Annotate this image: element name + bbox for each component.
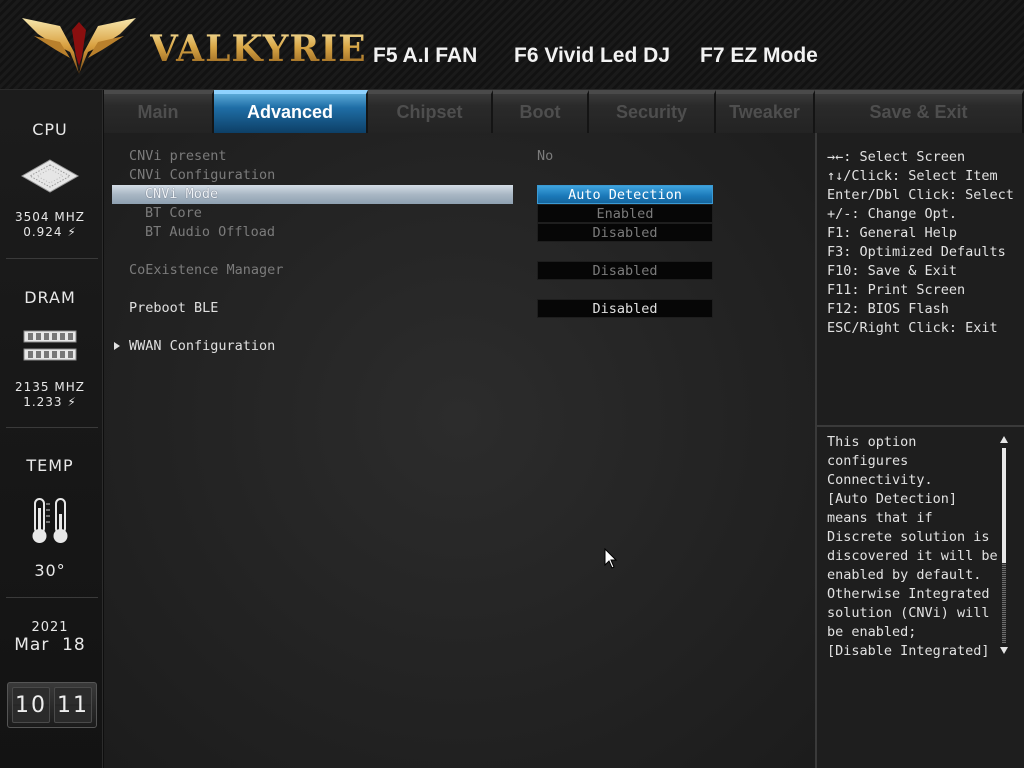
help-line: Connectivity. — [827, 472, 933, 488]
temp-title: TEMP — [26, 456, 74, 475]
setting-row-coexistence-manager[interactable]: CoExistence Manager Disabled — [104, 261, 815, 280]
cnvi-mode-option[interactable]: Auto Detection — [537, 185, 713, 204]
sidebar-divider — [6, 597, 98, 598]
cpu-chip-icon — [20, 159, 80, 193]
submenu-label: WWAN Configuration — [129, 338, 276, 354]
submenu-wwan-configuration[interactable]: WWAN Configuration — [104, 337, 815, 356]
tab-chipset[interactable]: Chipset — [368, 90, 493, 133]
sidebar-divider — [6, 258, 98, 259]
cpu-title: CPU — [32, 120, 68, 139]
help-line: [Disable Integrated] — [827, 643, 990, 659]
preboot-ble-option[interactable]: Disabled — [537, 299, 713, 318]
setting-row-bt-core[interactable]: BT Core Enabled — [104, 204, 815, 223]
setting-label: CNVi Mode — [145, 186, 219, 202]
help-line: Discrete solution is — [827, 529, 990, 545]
clock-minutes: 11 — [54, 687, 92, 723]
tab-security[interactable]: Security — [589, 90, 716, 133]
clock-hours: 10 — [12, 687, 50, 723]
date-year: 2021 — [31, 620, 69, 635]
key-legend-item: ESC/Right Click: Exit — [827, 320, 998, 336]
ez-mode-button[interactable]: F7 EZ Mode — [700, 44, 818, 68]
setting-label: CNVi present — [129, 148, 227, 164]
dram-title: DRAM — [24, 288, 76, 307]
coexistence-manager-option[interactable]: Disabled — [537, 261, 713, 280]
tab-boot[interactable]: Boot — [493, 90, 589, 133]
key-legend: →←: Select Screen ↑↓/Click: Select Item … — [827, 148, 1023, 338]
bt-audio-offload-option[interactable]: Disabled — [537, 223, 713, 242]
setting-label: Preboot BLE — [129, 300, 219, 316]
clock: 10 11 — [7, 682, 97, 728]
help-description: This option configures Connectivity. [Au… — [827, 433, 1005, 663]
setting-row-cnvi-mode[interactable]: CNVi Mode Auto Detection — [104, 185, 815, 204]
settings-panel: CNVi present No CNVi Configuration CNVi … — [104, 133, 815, 768]
setting-row-cnvi-present: CNVi present No — [104, 147, 815, 166]
key-legend-item: F3: Optimized Defaults — [827, 244, 1006, 260]
date-month-day: Mar 18 — [14, 635, 86, 655]
temperature-value: 30° — [34, 561, 66, 580]
help-line: be enabled; — [827, 624, 917, 640]
tab-tweaker[interactable]: Tweaker — [716, 90, 815, 133]
key-legend-item: F1: General Help — [827, 225, 958, 241]
help-divider — [817, 425, 1024, 427]
key-legend-item: →←: Select Screen — [827, 149, 966, 165]
help-line: This option — [827, 434, 917, 450]
setting-label: BT Audio Offload — [145, 224, 276, 240]
brand-name: VALKYRIE — [150, 28, 367, 70]
sidebar-divider — [6, 427, 98, 428]
mouse-pointer-icon — [604, 548, 618, 569]
memory-module-icon — [23, 330, 77, 361]
help-line: configures — [827, 453, 909, 469]
key-legend-item: +/-: Change Opt. — [827, 206, 958, 222]
key-legend-item: Enter/Dbl Click: Select — [827, 187, 1014, 203]
scroll-up-icon[interactable] — [1000, 436, 1008, 443]
help-line: discovered it will be — [827, 548, 998, 564]
scrollbar-thumb[interactable] — [1002, 448, 1006, 563]
header-bar: VALKYRIE F5 A.I FAN F6 Vivid Led DJ F7 E… — [0, 0, 1024, 90]
help-line: solution (CNVi) will — [827, 605, 990, 621]
setting-row-preboot-ble[interactable]: Preboot BLE Disabled — [104, 299, 815, 318]
tab-bar: Main Advanced Chipset Boot Security Twea… — [104, 90, 1024, 133]
tab-save-exit[interactable]: Save & Exit — [815, 90, 1024, 133]
vivid-led-dj-button[interactable]: F6 Vivid Led DJ — [514, 44, 670, 68]
dram-voltage: 1.233 ⚡ — [23, 395, 77, 409]
system-status-sidebar: CPU 3504 MHZ 0.924 ⚡ DRAM 2135 MHZ 1.233… — [0, 90, 103, 768]
setting-value: No — [537, 148, 554, 164]
help-line: Otherwise Integrated — [827, 586, 990, 602]
dram-frequency: 2135 MHZ — [15, 380, 85, 394]
ai-fan-button[interactable]: F5 A.I FAN — [373, 44, 477, 68]
help-line: [Auto Detection] — [827, 491, 958, 507]
scroll-down-icon[interactable] — [1000, 647, 1008, 654]
help-panel: →←: Select Screen ↑↓/Click: Select Item … — [815, 133, 1024, 768]
submenu-arrow-icon — [114, 342, 120, 350]
key-legend-item: ↑↓/Click: Select Item — [827, 168, 998, 184]
setting-label: BT Core — [145, 205, 202, 221]
valkyrie-wing-logo — [22, 18, 136, 74]
thermometer-icon — [32, 498, 68, 543]
tab-main[interactable]: Main — [104, 90, 214, 133]
setting-row-bt-audio-offload[interactable]: BT Audio Offload Disabled — [104, 223, 815, 242]
setting-row-cnvi-configuration: CNVi Configuration — [104, 166, 815, 185]
key-legend-item: F10: Save & Exit — [827, 263, 958, 279]
bt-core-option[interactable]: Enabled — [537, 204, 713, 223]
key-legend-item: F11: Print Screen — [827, 282, 966, 298]
cpu-voltage: 0.924 ⚡ — [23, 225, 77, 239]
key-legend-item: F12: BIOS Flash — [827, 301, 949, 317]
setting-label: CoExistence Manager — [129, 262, 284, 278]
section-label: CNVi Configuration — [129, 167, 276, 183]
help-line: enabled by default. — [827, 567, 982, 583]
cpu-frequency: 3504 MHZ — [15, 210, 85, 224]
tab-advanced[interactable]: Advanced — [214, 90, 368, 133]
help-line: means that if — [827, 510, 933, 526]
